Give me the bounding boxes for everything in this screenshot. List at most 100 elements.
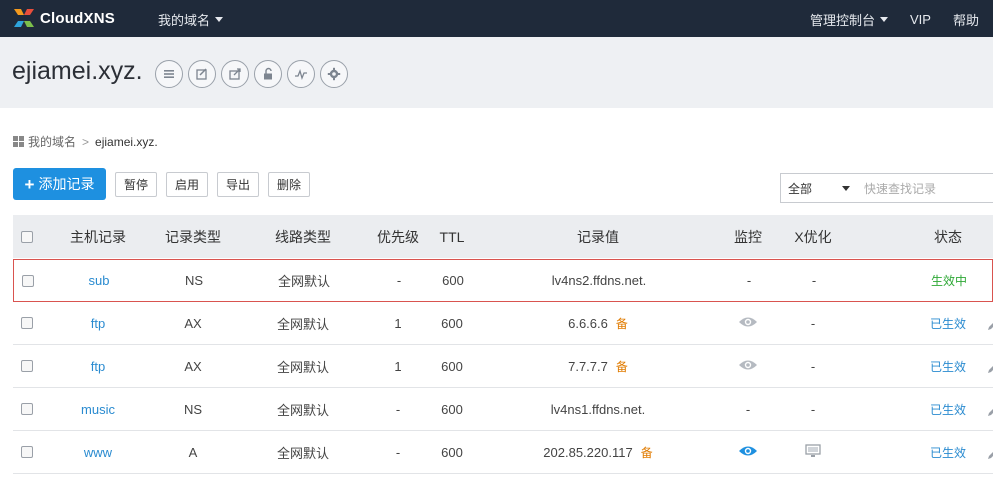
logo[interactable]: CloudXNS: [12, 6, 115, 30]
edit-record-icon[interactable]: [987, 448, 993, 459]
edit-button[interactable]: [188, 60, 216, 88]
table-row[interactable]: ftp AX 全网默认 1 600 6.6.6.6 备 - 已生效: [13, 302, 993, 345]
line-cell: 全网默认: [276, 402, 329, 418]
pulse-icon: [295, 68, 307, 81]
breadcrumb: 我的域名 > ejiamei.xyz.: [13, 133, 158, 150]
chevron-down-icon: [880, 17, 889, 22]
backup-badge[interactable]: 备: [616, 358, 628, 375]
type-cell: NS: [184, 273, 204, 288]
priority-cell: 1: [394, 315, 402, 331]
add-record-button[interactable]: + 添加记录: [13, 168, 106, 200]
row-checkbox[interactable]: [21, 403, 33, 415]
monitor-cell: [723, 302, 773, 344]
row-checkbox[interactable]: [22, 274, 34, 287]
share-button[interactable]: [221, 60, 249, 88]
monitor-cell: [723, 431, 773, 473]
monitor-chart-button[interactable]: [287, 60, 315, 88]
table-row[interactable]: sub NS 全网默认 - 600 lv4ns2.ffdns.net. - - 生效中: [13, 259, 993, 302]
record-filter-select[interactable]: 全部: [780, 173, 858, 203]
xopt-value: -: [810, 358, 816, 374]
settings-button[interactable]: [320, 60, 348, 88]
eye-icon[interactable]: [738, 358, 758, 375]
export-button[interactable]: 导出: [217, 172, 259, 197]
row-checkbox[interactable]: [21, 446, 33, 458]
table-row[interactable]: music NS 全网默认 - 600 lv4ns1.ffdns.net. - - 已生效: [13, 388, 993, 431]
breadcrumb-current: ejiamei.xyz.: [95, 134, 158, 149]
line-cell: 全网默认: [277, 274, 330, 289]
priority-cell: 1: [394, 358, 402, 374]
table-row[interactable]: www A 全网默认 - 600 202.85.220.117 备 已生效: [13, 431, 993, 474]
row-check-cell: [13, 345, 41, 387]
ttl-cell: 600: [441, 444, 463, 460]
row-checkbox[interactable]: [21, 360, 33, 372]
grid-icon: [13, 136, 24, 147]
xopt-value: -: [810, 401, 816, 417]
plus-icon: +: [24, 174, 35, 194]
list-button[interactable]: [155, 60, 183, 88]
logo-text: CloudXNS: [40, 9, 115, 27]
priority-cell: -: [395, 444, 401, 460]
ttl-cell: 600: [441, 315, 463, 331]
row-checkbox[interactable]: [21, 317, 33, 329]
status-cell: 已生效: [929, 359, 966, 374]
monitor-cell: [723, 345, 773, 387]
select-all-checkbox[interactable]: [21, 230, 33, 243]
xopt-cell: -: [783, 388, 843, 430]
status-cell: 生效中: [930, 274, 967, 288]
monitor-value: -: [746, 273, 752, 288]
add-record-label: 添加记录: [38, 176, 95, 192]
edit-record-icon[interactable]: [987, 362, 993, 373]
xopt-cell: -: [784, 260, 844, 301]
delete-button[interactable]: 删除: [268, 172, 310, 197]
enable-button[interactable]: 启用: [166, 172, 208, 197]
eye-icon[interactable]: [738, 444, 758, 461]
breadcrumb-root[interactable]: 我的域名: [28, 133, 76, 150]
ttl-cell: 600: [442, 273, 464, 288]
caret-down-icon: [842, 185, 850, 191]
screen-icon[interactable]: [805, 443, 821, 461]
nav-right: 管理控制台 VIP 帮助: [810, 10, 979, 29]
edit-record-icon[interactable]: [987, 405, 993, 416]
search-input[interactable]: 快速查找记录: [857, 173, 993, 203]
priority-cell: -: [396, 273, 402, 288]
pause-button[interactable]: 暂停: [115, 172, 157, 197]
xopt-value: -: [811, 273, 817, 288]
my-domains-label: 我的域名: [158, 13, 211, 28]
host-cell[interactable]: www: [58, 431, 138, 473]
value-cell: lv4ns1.ffdns.net.: [518, 388, 678, 430]
header-priority: 优先级: [377, 228, 419, 245]
backup-badge[interactable]: 备: [641, 444, 653, 461]
host-cell[interactable]: music: [58, 388, 138, 430]
my-domains-menu[interactable]: 我的域名: [158, 10, 224, 29]
ttl-cell: 600: [441, 401, 463, 417]
share-icon: [229, 68, 241, 80]
gear-icon: [327, 67, 341, 81]
header-ttl: TTL: [439, 228, 465, 245]
help-link[interactable]: 帮助: [953, 10, 979, 29]
breadcrumb-separator: >: [82, 134, 90, 149]
select-all-cell: [13, 215, 41, 258]
record-value: lv4ns2.ffdns.net.: [551, 273, 647, 288]
unlock-icon: [264, 67, 272, 80]
host-cell[interactable]: ftp: [58, 302, 138, 344]
line-cell: 全网默认: [276, 445, 329, 461]
host-cell[interactable]: sub: [59, 260, 139, 301]
header-xopt: X优化: [794, 228, 832, 245]
domain-actions: [155, 60, 348, 88]
status-cell: 已生效: [929, 402, 966, 417]
row-check-cell: [13, 388, 41, 430]
xopt-cell: -: [783, 302, 843, 344]
host-cell[interactable]: ftp: [58, 345, 138, 387]
domain-header: ejiamei.xyz.: [0, 37, 993, 108]
eye-icon[interactable]: [738, 315, 758, 332]
backup-badge[interactable]: 备: [616, 315, 628, 332]
lock-button[interactable]: [254, 60, 282, 88]
header-value: 记录值: [577, 228, 619, 245]
edit-record-icon[interactable]: [987, 319, 993, 330]
xopt-value: -: [810, 315, 816, 331]
console-menu[interactable]: 管理控制台: [810, 10, 889, 29]
record-value: 6.6.6.6: [568, 315, 608, 331]
table-row[interactable]: ftp AX 全网默认 1 600 7.7.7.7 备 - 已生效: [13, 345, 993, 388]
vip-link[interactable]: VIP: [910, 12, 931, 27]
list-icon: [164, 70, 174, 78]
